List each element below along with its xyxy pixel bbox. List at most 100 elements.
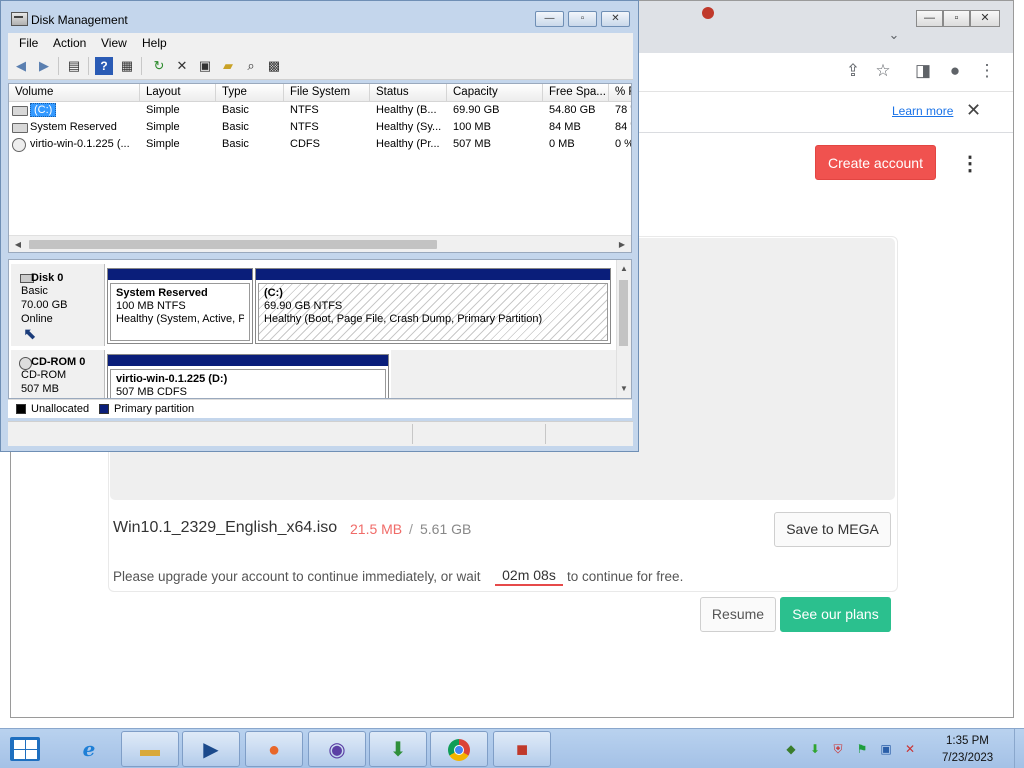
upgrade-message: Please upgrade your account to continue … bbox=[113, 569, 481, 584]
settings-grid-icon[interactable]: ▩ bbox=[265, 57, 283, 75]
volume-capacity: 69.90 GB bbox=[453, 104, 500, 116]
open-folder-icon[interactable]: ▰ bbox=[219, 57, 237, 75]
browser-close-button[interactable]: ✕ bbox=[970, 10, 1000, 27]
browser-restore-button[interactable]: ▫ bbox=[943, 10, 970, 27]
volume-row[interactable]: virtio-win-0.1.225 (... Simple Basic CDF… bbox=[9, 136, 631, 153]
scroll-right-icon[interactable]: ▶ bbox=[615, 238, 629, 251]
file-explorer-icon[interactable]: ▬ bbox=[121, 731, 179, 767]
menu-view[interactable]: View bbox=[101, 36, 127, 50]
dm-titlebar[interactable]: Disk Management — ▫ ✕ bbox=[1, 1, 638, 33]
cdrom-0-label[interactable]: CD-ROM 0 CD-ROM 507 MB bbox=[11, 350, 105, 398]
tray-shield-icon[interactable]: ⛨ bbox=[831, 743, 845, 756]
tray-monitor-icon[interactable]: ▣ bbox=[879, 743, 893, 756]
scroll-thumb[interactable] bbox=[29, 240, 437, 249]
windows-logo-icon bbox=[14, 740, 25, 749]
partition-virtio-cd[interactable]: virtio-win-0.1.225 (D:) 507 MB CDFS bbox=[107, 354, 389, 398]
forward-arrow-icon[interactable]: ▶ bbox=[35, 57, 53, 75]
tray-volume-muted-icon[interactable]: ✕ bbox=[903, 743, 917, 756]
delete-icon[interactable]: ✕ bbox=[173, 57, 191, 75]
volume-row[interactable]: (C:) Simple Basic NTFS Healthy (B... 69.… bbox=[9, 102, 631, 119]
bookmark-star-icon[interactable]: ☆ bbox=[872, 61, 894, 81]
profile-avatar-icon[interactable]: ● bbox=[944, 61, 966, 81]
minimize-button[interactable]: — bbox=[535, 11, 564, 27]
partition-c-drive[interactable]: (C:) 69.90 GB NTFS Healthy (Boot, Page F… bbox=[255, 268, 611, 344]
volume-capacity: 100 MB bbox=[453, 121, 491, 133]
volume-name[interactable]: System Reserved bbox=[26, 119, 140, 136]
scroll-down-icon[interactable]: ▼ bbox=[617, 382, 631, 395]
scroll-up-icon[interactable]: ▲ bbox=[617, 262, 631, 275]
create-account-button[interactable]: Create account bbox=[815, 145, 936, 180]
legend: Unallocated Primary partition bbox=[8, 399, 632, 418]
show-desktop-button[interactable] bbox=[1014, 728, 1024, 768]
start-button[interactable] bbox=[10, 737, 40, 761]
volume-type: Basic bbox=[222, 104, 249, 116]
col-percent-free[interactable]: % F bbox=[609, 84, 631, 101]
scroll-thumb[interactable] bbox=[619, 280, 628, 346]
tab-favicon-icon[interactable] bbox=[702, 7, 714, 19]
tray-network-icon[interactable]: ◆ bbox=[784, 743, 798, 756]
col-file-system[interactable]: File System bbox=[284, 84, 370, 101]
tab-search-chevron-icon[interactable]: ⌄ bbox=[883, 25, 905, 45]
volume-list: Volume Layout Type File System Status Ca… bbox=[8, 83, 632, 253]
col-status[interactable]: Status bbox=[370, 84, 447, 101]
share-icon[interactable]: ⇪ bbox=[842, 61, 864, 81]
refresh-icon[interactable]: ↻ bbox=[150, 57, 168, 75]
file-name: Win10.1_2329_English_x64.iso bbox=[113, 519, 338, 536]
toolbox-icon[interactable]: ■ bbox=[493, 731, 551, 767]
tray-download-icon[interactable]: ⬇ bbox=[808, 743, 822, 756]
volume-name[interactable]: virtio-win-0.1.225 (... bbox=[26, 136, 140, 153]
partition-system-reserved[interactable]: System Reserved 100 MB NTFS Healthy (Sys… bbox=[107, 268, 253, 344]
show-hide-console-icon[interactable]: ▤ bbox=[65, 57, 83, 75]
partition-title: virtio-win-0.1.225 (D:) bbox=[116, 373, 228, 385]
save-to-mega-button[interactable]: Save to MEGA bbox=[774, 512, 891, 547]
help-icon[interactable]: ? bbox=[95, 57, 113, 75]
menu-action[interactable]: Action bbox=[53, 36, 86, 50]
media-player-icon[interactable]: ▶ bbox=[182, 731, 240, 767]
disk-management-window: Disk Management — ▫ ✕ File Action View H… bbox=[0, 0, 639, 452]
chrome-logo-icon bbox=[448, 739, 470, 761]
side-panel-icon[interactable]: ◨ bbox=[912, 61, 934, 81]
firefox-icon[interactable]: ● bbox=[245, 731, 303, 767]
chrome-center-icon bbox=[454, 745, 464, 755]
resume-button[interactable]: Resume bbox=[700, 597, 776, 632]
chrome-menu-icon[interactable]: ⋮ bbox=[976, 61, 998, 81]
col-volume[interactable]: Volume bbox=[9, 84, 140, 101]
disk-0-label[interactable]: Disk 0 Basic 70.00 GB Online ⬉ bbox=[11, 264, 105, 346]
clock-date[interactable]: 7/23/2023 bbox=[942, 752, 993, 764]
menu-help[interactable]: Help bbox=[142, 36, 167, 50]
properties-list-icon[interactable]: ▦ bbox=[118, 57, 136, 75]
restore-button[interactable]: ▫ bbox=[568, 11, 597, 27]
scroll-left-icon[interactable]: ◀ bbox=[11, 238, 25, 251]
volume-row[interactable]: System Reserved Simple Basic NTFS Health… bbox=[9, 119, 631, 136]
horizontal-scrollbar[interactable]: ◀ ▶ bbox=[9, 235, 631, 252]
close-button[interactable]: ✕ bbox=[601, 11, 630, 27]
unallocated-swatch bbox=[16, 404, 26, 414]
infobar-close-icon[interactable]: ✕ bbox=[966, 100, 981, 121]
col-type[interactable]: Type bbox=[216, 84, 284, 101]
download-manager-icon[interactable]: ⬇ bbox=[369, 731, 427, 767]
volume-status: Healthy (B... bbox=[376, 104, 437, 116]
browser-minimize-button[interactable]: — bbox=[916, 10, 943, 27]
mouse-cursor-icon: ⬉ bbox=[23, 326, 37, 343]
col-capacity[interactable]: Capacity bbox=[447, 84, 543, 101]
virtio-disc-icon[interactable]: ◉ bbox=[308, 731, 366, 767]
internet-explorer-icon[interactable]: e bbox=[60, 731, 118, 767]
learn-more-link[interactable]: Learn more bbox=[892, 104, 953, 118]
toolbar-separator bbox=[58, 57, 59, 75]
see-our-plans-button[interactable]: See our plans bbox=[780, 597, 891, 632]
menu-file[interactable]: File bbox=[19, 36, 38, 50]
vertical-scrollbar[interactable]: ▲ ▼ bbox=[616, 260, 631, 398]
col-free-space[interactable]: Free Spa... bbox=[543, 84, 609, 101]
clock-time[interactable]: 1:35 PM bbox=[946, 735, 989, 747]
search-icon[interactable]: ⌕ bbox=[242, 57, 260, 75]
continue-free-text: to continue for free. bbox=[567, 569, 684, 584]
more-options-icon[interactable]: ⋮ bbox=[960, 150, 980, 178]
properties-icon[interactable]: ▣ bbox=[196, 57, 214, 75]
col-layout[interactable]: Layout bbox=[140, 84, 216, 101]
tray-flag-icon[interactable]: ⚑ bbox=[855, 743, 869, 756]
volume-name[interactable]: (C:) bbox=[30, 103, 57, 117]
partition-size: 100 MB NTFS bbox=[116, 300, 186, 312]
chrome-icon[interactable] bbox=[430, 731, 488, 767]
window-title: Disk Management bbox=[31, 13, 128, 27]
back-arrow-icon[interactable]: ◀ bbox=[12, 57, 30, 75]
